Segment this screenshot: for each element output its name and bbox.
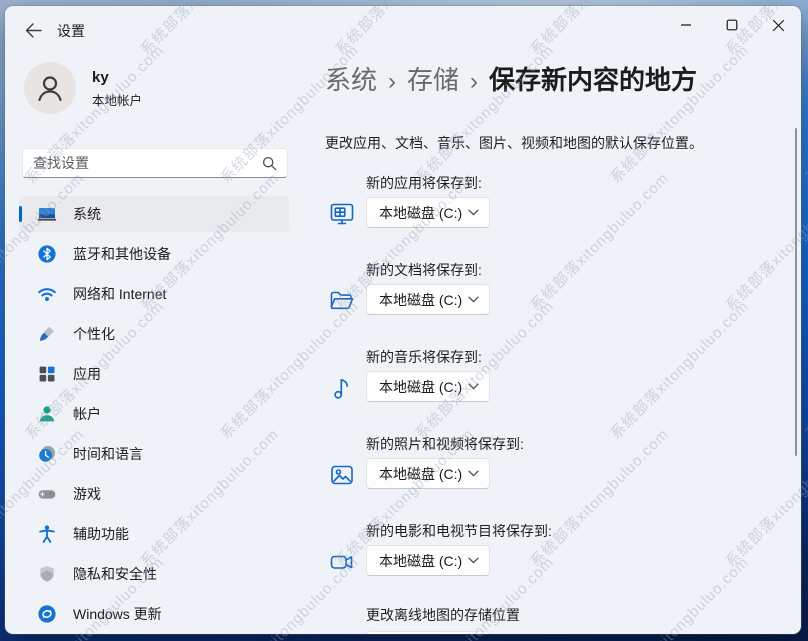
dropdown-value: 本地磁盘 (C:): [379, 378, 463, 395]
sidebar-item-label: 隐私和安全性: [73, 566, 157, 582]
dropdown-value: 本地磁盘 (C:): [379, 204, 463, 221]
watermark-text: 系统部落xitongbuluo.com: [802, 41, 808, 187]
sidebar-item-system[interactable]: 系统: [19, 196, 289, 232]
maps-drive-dropdown[interactable]: 本地磁盘 (C:): [366, 631, 490, 634]
sidebar-item-apps[interactable]: 应用: [19, 356, 289, 392]
chevron-down-icon: [468, 557, 479, 564]
sidebar-item-bluetooth-devices[interactable]: 蓝牙和其他设备: [19, 236, 289, 272]
chevron-down-icon: [468, 470, 479, 477]
avatar: [24, 62, 76, 114]
page-description: 更改应用、文档、音乐、图片、视频和地图的默认保存位置。: [325, 135, 703, 151]
sidebar-item-label: 应用: [73, 366, 101, 382]
watermark-text: 系统部落xitongbuluo.com: [802, 553, 808, 641]
sidebar-item-privacy-security[interactable]: 隐私和安全性: [19, 556, 289, 592]
search-icon: [262, 156, 277, 170]
sidebar-item-gaming[interactable]: 游戏: [19, 476, 289, 512]
breadcrumb-storage[interactable]: 存储: [407, 60, 459, 97]
sidebar-item-label: 时间和语言: [73, 446, 143, 462]
app-title: 设置: [57, 23, 85, 39]
sidebar-nav: 系统 蓝牙和其他设备 网络和 Internet 个性化 应用 帐户 时间和语言: [19, 196, 289, 634]
scrollbar-thumb[interactable]: [794, 128, 797, 456]
save-location-section-music: 新的音乐将保存到: 本地磁盘 (C:): [328, 347, 768, 434]
chevron-down-icon: [468, 296, 479, 303]
sidebar-item-label: 辅助功能: [73, 526, 129, 542]
documents-drive-dropdown[interactable]: 本地磁盘 (C:): [366, 284, 490, 315]
new-music-icon: [328, 374, 356, 402]
save-location-section-documents: 新的文档将保存到: 本地磁盘 (C:): [328, 260, 768, 347]
breadcrumb-separator: ›: [470, 68, 479, 95]
user-name: ky: [92, 69, 109, 86]
maximize-button[interactable]: [709, 6, 755, 44]
close-button[interactable]: [755, 6, 801, 44]
save-location-section-apps: 新的应用将保存到: 本地磁盘 (C:): [328, 173, 768, 260]
chevron-down-icon: [468, 383, 479, 390]
section-label: 新的应用将保存到:: [366, 175, 482, 191]
system-icon: [37, 204, 57, 224]
back-arrow-icon: [25, 22, 42, 38]
offline-maps-label: 更改离线地图的存储位置: [366, 607, 520, 623]
gaming-icon: [37, 484, 57, 504]
apps-icon: [37, 364, 57, 384]
accessibility-icon: [37, 524, 57, 544]
chevron-down-icon: [468, 209, 479, 216]
apps-drive-dropdown[interactable]: 本地磁盘 (C:): [366, 197, 490, 228]
new-apps-icon: [328, 200, 356, 228]
movies-drive-dropdown[interactable]: 本地磁盘 (C:): [366, 545, 490, 576]
search-input[interactable]: [33, 155, 262, 171]
settings-window: 设置 ky 本地帐户 系统 蓝牙和其他设备: [5, 6, 801, 634]
section-label: 新的文档将保存到:: [366, 262, 482, 278]
bluetooth-icon: [37, 244, 57, 264]
close-icon: [772, 19, 784, 31]
page-title: 保存新内容的地方: [489, 65, 698, 95]
sidebar-item-accessibility[interactable]: 辅助功能: [19, 516, 289, 552]
save-location-section-photos: 新的照片和视频将保存到: 本地磁盘 (C:): [328, 434, 768, 521]
person-icon: [38, 76, 62, 102]
network-icon: [37, 284, 57, 304]
personalization-icon: [37, 324, 57, 344]
window-controls: [663, 6, 801, 44]
dropdown-value: 本地磁盘 (C:): [379, 291, 463, 308]
minimize-button[interactable]: [663, 6, 709, 44]
section-label: 新的电影和电视节目将保存到:: [366, 523, 552, 539]
back-button[interactable]: [18, 18, 48, 42]
user-account-type: 本地帐户: [92, 94, 143, 108]
maximize-icon: [726, 19, 738, 31]
new-movies-icon: [328, 548, 356, 576]
watermark-text: 系统部落xitongbuluo.com: [802, 297, 808, 443]
sidebar-item-label: 帐户: [73, 406, 101, 422]
breadcrumb-separator: ›: [388, 68, 397, 95]
minimize-icon: [681, 24, 691, 26]
time-language-icon: [37, 444, 57, 464]
dropdown-value: 本地磁盘 (C:): [379, 465, 463, 482]
new-documents-icon: [328, 287, 356, 315]
sidebar-item-label: 游戏: [73, 486, 101, 502]
dropdown-value: 本地磁盘 (C:): [379, 552, 463, 569]
sidebar-item-label: 网络和 Internet: [73, 286, 167, 302]
sidebar-item-label: 蓝牙和其他设备: [73, 246, 171, 262]
music-drive-dropdown[interactable]: 本地磁盘 (C:): [366, 371, 490, 402]
breadcrumb-system[interactable]: 系统: [325, 60, 377, 97]
sidebar-item-label: 系统: [73, 206, 101, 222]
privacy-icon: [37, 564, 57, 584]
photos-drive-dropdown[interactable]: 本地磁盘 (C:): [366, 458, 490, 489]
section-label: 新的音乐将保存到:: [366, 349, 482, 365]
sidebar-item-time-language[interactable]: 时间和语言: [19, 436, 289, 472]
save-location-section-movies: 新的电影和电视节目将保存到: 本地磁盘 (C:): [328, 521, 768, 608]
windows-update-icon: [37, 604, 57, 624]
accounts-icon: [37, 404, 57, 424]
breadcrumb: 系统 › 存储 › 保存新内容的地方: [325, 60, 697, 97]
user-card[interactable]: ky 本地帐户: [24, 62, 284, 118]
sidebar-item-windows-update[interactable]: Windows 更新: [19, 596, 289, 632]
sidebar-item-personalization[interactable]: 个性化: [19, 316, 289, 352]
sidebar-item-label: Windows 更新: [73, 606, 162, 622]
section-label: 新的照片和视频将保存到:: [366, 436, 524, 452]
sidebar-item-label: 个性化: [73, 326, 115, 342]
sidebar-item-accounts[interactable]: 帐户: [19, 396, 289, 432]
sidebar-item-network-internet[interactable]: 网络和 Internet: [19, 276, 289, 312]
search-box[interactable]: [22, 148, 288, 178]
new-photos-icon: [328, 461, 356, 489]
